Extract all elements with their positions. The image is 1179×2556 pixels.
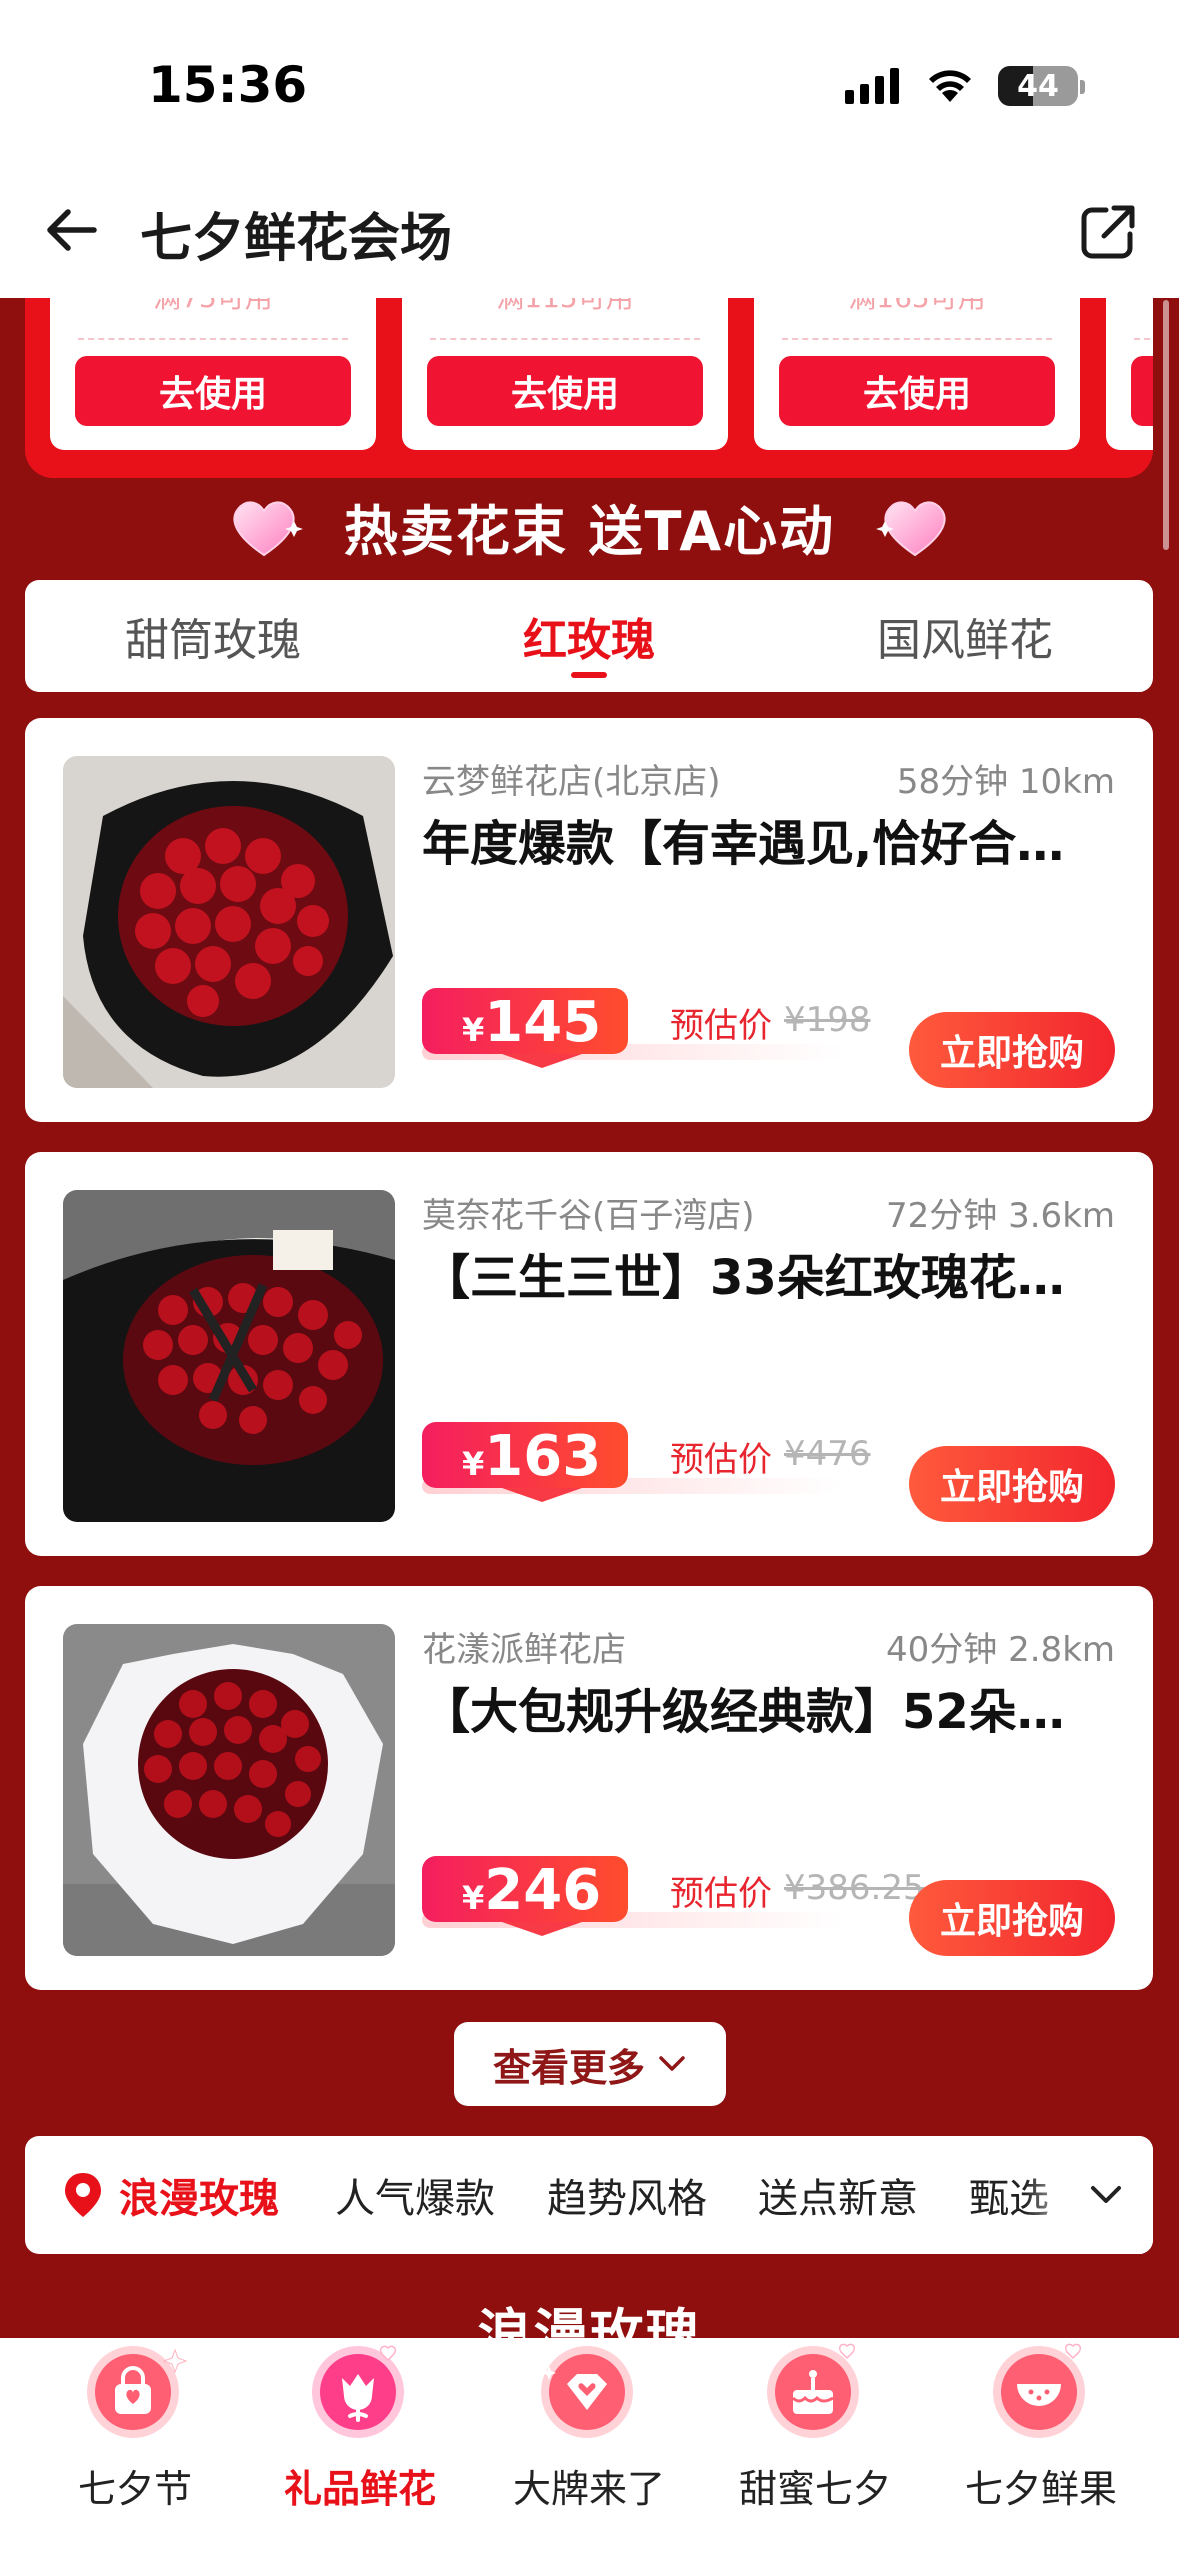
tab-label: 七夕鲜果 (964, 2467, 1117, 2511)
heart-sparkle-icon (876, 501, 946, 557)
coupon-card: 满165可用 去使用 (754, 298, 1080, 450)
price-tag: ¥ 145 (422, 988, 628, 1068)
battery-level: 44 (1017, 68, 1059, 104)
price-value: 246 (484, 1858, 602, 1923)
tab-qixi-festival[interactable]: 七夕节 (25, 2338, 245, 2556)
battery-icon: 44 (998, 66, 1078, 106)
shop-name: 花漾派鲜花店 (422, 1630, 626, 1670)
page-title: 七夕鲜花会场 (140, 209, 453, 269)
use-coupon-button[interactable]: 去使用 (427, 356, 703, 426)
tab-label: 甜蜜七夕 (738, 2467, 891, 2511)
watermelon-icon (993, 2343, 1085, 2438)
share-icon[interactable] (1078, 202, 1138, 262)
original-price: ¥476 (784, 1434, 871, 1474)
product-card[interactable]: 云梦鲜花店(北京店) 58分钟 10km 年度爆款【有幸遇见,恰好合… ¥ 14… (25, 718, 1153, 1122)
wifi-icon (929, 70, 971, 102)
category-trend-style[interactable]: 趋势风格 (547, 2136, 707, 2254)
nav-header: 七夕鲜花会场 (0, 170, 1179, 298)
gift-bag-icon (87, 2346, 187, 2438)
price-tag: ¥ 163 (422, 1422, 628, 1502)
coupon-panel: 满75可用 去使用 满115可用 去使用 满165可用 去使用 (25, 298, 1153, 478)
currency-symbol: ¥ (462, 1011, 485, 1049)
delivery-eta: 58分钟 10km (896, 762, 1115, 802)
price-block: ¥ 246 预估价 ¥386.25 (422, 1856, 925, 1936)
tulip-icon (312, 2345, 404, 2438)
price-block: ¥ 163 预估价 ¥476 (422, 1422, 871, 1502)
use-coupon-button[interactable]: 去使用 (75, 356, 351, 426)
bottom-tab-bar: 七夕节 礼品鲜花 大牌来了 甜蜜七夕 七夕鲜果 (0, 2338, 1179, 2556)
tab-sweet-qixi[interactable]: 甜蜜七夕 (705, 2338, 925, 2556)
status-time: 15:36 (148, 56, 308, 114)
see-more-label: 查看更多 (492, 2045, 645, 2090)
buy-now-button[interactable]: 立即抢购 (909, 1880, 1115, 1956)
heart-sparkle-icon (233, 501, 303, 557)
coupon-condition: 满115可用 (402, 298, 728, 316)
tab-guofeng-flowers[interactable]: 国风鲜花 (777, 580, 1153, 692)
use-coupon-button[interactable]: 去使用 (779, 356, 1055, 426)
product-image[interactable] (63, 756, 395, 1088)
product-name[interactable]: 【大包规升级经典款】52朵… (422, 1672, 1122, 1742)
coupon-condition: 满165可用 (754, 298, 1080, 316)
price-tag: ¥ 246 (422, 1856, 628, 1936)
estimated-price-label: 预估价 (670, 1874, 772, 1914)
category-romantic-rose[interactable]: 浪漫玫瑰 (63, 2136, 279, 2254)
chevron-down-icon (659, 2056, 685, 2071)
section-title: 热卖花束 送TA心动 (343, 499, 836, 563)
tab-red-rose[interactable]: 红玫瑰 (401, 580, 777, 692)
price-value: 163 (484, 1424, 602, 1489)
diamond-icon (541, 2346, 633, 2438)
coupon-card-partial (1106, 298, 1153, 450)
original-price: ¥198 (784, 1000, 871, 1040)
product-image[interactable] (63, 1624, 395, 1956)
expand-categories-icon[interactable] (1087, 2178, 1125, 2210)
back-arrow-icon[interactable] (42, 200, 102, 260)
category-filter-bar: 浪漫玫瑰 人气爆款 趋势风格 送点新意 甄选 (25, 2136, 1153, 2254)
product-card[interactable]: 花漾派鲜花店 40分钟 2.8km 【大包规升级经典款】52朵… ¥ 246 预… (25, 1586, 1153, 1990)
coupon-condition: 满75可用 (50, 298, 376, 316)
product-name[interactable]: 年度爆款【有幸遇见,恰好合… (422, 804, 1122, 874)
coupon-card: 满75可用 去使用 (50, 298, 376, 450)
location-pin-icon (65, 2173, 101, 2217)
tab-label: 七夕节 (77, 2467, 192, 2511)
category-tabs: 甜筒玫瑰 红玫瑰 国风鲜花 (25, 580, 1153, 692)
tab-gift-flowers[interactable]: 礼品鲜花 (250, 2338, 470, 2556)
tab-label: 大牌来了 (512, 2467, 665, 2511)
product-card[interactable]: 莫奈花千谷(百子湾店) 72分钟 3.6km 【三生三世】33朵红玫瑰花… ¥ … (25, 1152, 1153, 1556)
shop-name: 云梦鲜花店(北京店) (422, 762, 721, 802)
cellular-signal-icon (845, 68, 899, 104)
shop-name: 莫奈花千谷(百子湾店) (422, 1196, 755, 1236)
status-bar: 15:36 44 (0, 0, 1179, 170)
product-name[interactable]: 【三生三世】33朵红玫瑰花… (422, 1238, 1122, 1308)
tab-cone-rose[interactable]: 甜筒玫瑰 (25, 580, 401, 692)
delivery-eta: 40分钟 2.8km (886, 1630, 1115, 1670)
buy-now-button[interactable]: 立即抢购 (909, 1446, 1115, 1522)
currency-symbol: ¥ (462, 1879, 485, 1917)
tab-qixi-fruit[interactable]: 七夕鲜果 (931, 2338, 1151, 2556)
use-coupon-button-partial[interactable] (1131, 356, 1153, 426)
currency-symbol: ¥ (462, 1445, 485, 1483)
original-price: ¥386.25 (784, 1868, 925, 1908)
coupon-card: 满115可用 去使用 (402, 298, 728, 450)
category-new-ideas[interactable]: 送点新意 (758, 2136, 918, 2254)
delivery-eta: 72分钟 3.6km (886, 1196, 1115, 1236)
estimated-price-label: 预估价 (670, 1006, 772, 1046)
price-value: 145 (484, 990, 602, 1055)
section-header: 热卖花束 送TA心动 (0, 486, 1179, 566)
tab-big-brands[interactable]: 大牌来了 (479, 2338, 699, 2556)
tab-label: 礼品鲜花 (283, 2467, 436, 2511)
cake-icon (767, 2343, 859, 2438)
category-label: 浪漫玫瑰 (119, 2176, 279, 2222)
buy-now-button[interactable]: 立即抢购 (909, 1012, 1115, 1088)
product-image[interactable] (63, 1190, 395, 1522)
category-popular[interactable]: 人气爆款 (335, 2136, 495, 2254)
price-block: ¥ 145 预估价 ¥198 (422, 988, 871, 1068)
estimated-price-label: 预估价 (670, 1440, 772, 1480)
see-more-button[interactable]: 查看更多 (454, 2022, 726, 2106)
